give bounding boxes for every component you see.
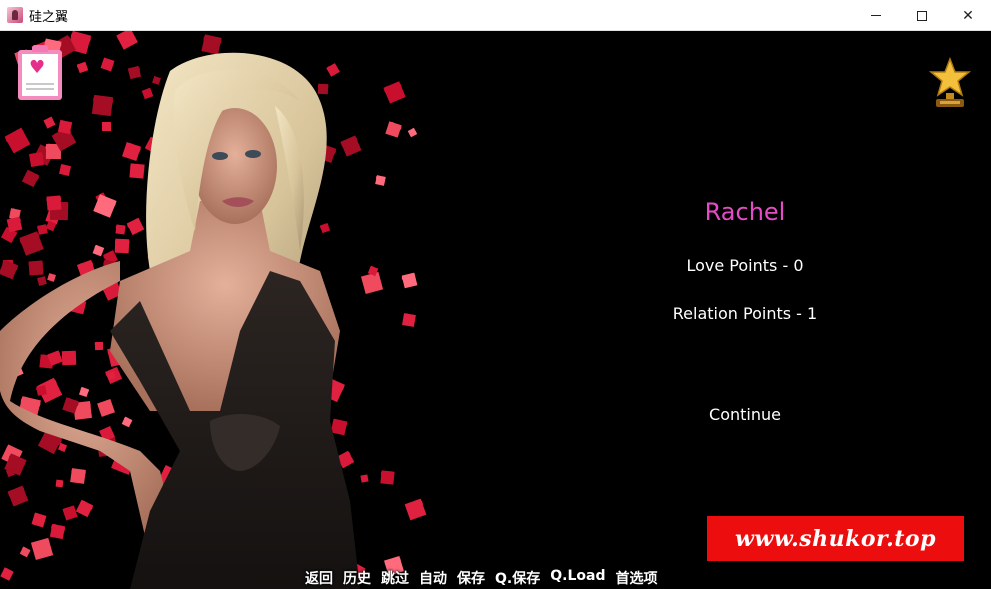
character-portrait bbox=[0, 52, 360, 589]
minimize-icon bbox=[871, 15, 881, 16]
minimize-button[interactable] bbox=[853, 0, 899, 31]
maximize-button[interactable] bbox=[899, 0, 945, 31]
watermark-banner: www.shukor.top bbox=[707, 516, 964, 561]
quick-menu-quick-load[interactable]: Q.Load bbox=[550, 568, 605, 588]
continue-button[interactable]: Continue bbox=[600, 405, 890, 424]
love-points-text: Love Points - 0 bbox=[686, 256, 804, 275]
trophy-star-icon[interactable] bbox=[928, 57, 972, 109]
quick-menu-quick-save[interactable]: Q.保存 bbox=[495, 568, 540, 588]
quick-menu-preferences[interactable]: 首选项 bbox=[615, 568, 657, 588]
app-icon bbox=[7, 7, 23, 23]
clipboard-heart-icon[interactable]: ♥ bbox=[18, 45, 62, 101]
character-name: Rachel bbox=[704, 198, 786, 226]
close-button[interactable]: ✕ bbox=[945, 0, 991, 31]
window-title: 硅之翼 bbox=[29, 9, 69, 25]
quick-menu-auto[interactable]: 自动 bbox=[419, 568, 447, 588]
game-screen: ♥ Rachel Love Points - 0 Relation Points… bbox=[0, 31, 991, 589]
quick-menu-history[interactable]: 历史 bbox=[343, 568, 371, 588]
title-bar[interactable]: 硅之翼 ✕ bbox=[0, 0, 991, 31]
close-icon: ✕ bbox=[962, 7, 974, 24]
maximize-icon bbox=[917, 10, 927, 21]
quick-menu: 返回 历史 跳过 自动 保存 Q.保存 Q.Load 首选项 bbox=[305, 568, 657, 588]
relation-points-text: Relation Points - 1 bbox=[672, 304, 818, 323]
game-window: 硅之翼 ✕ ♥ Rachel Love Points - 0 Relation … bbox=[0, 0, 991, 589]
quick-menu-skip[interactable]: 跳过 bbox=[381, 568, 409, 588]
quick-menu-save[interactable]: 保存 bbox=[457, 568, 485, 588]
quick-menu-back[interactable]: 返回 bbox=[305, 568, 333, 588]
relationship-stats-panel: Rachel Love Points - 0 Relation Points -… bbox=[600, 31, 890, 589]
window-controls: ✕ bbox=[853, 0, 991, 31]
